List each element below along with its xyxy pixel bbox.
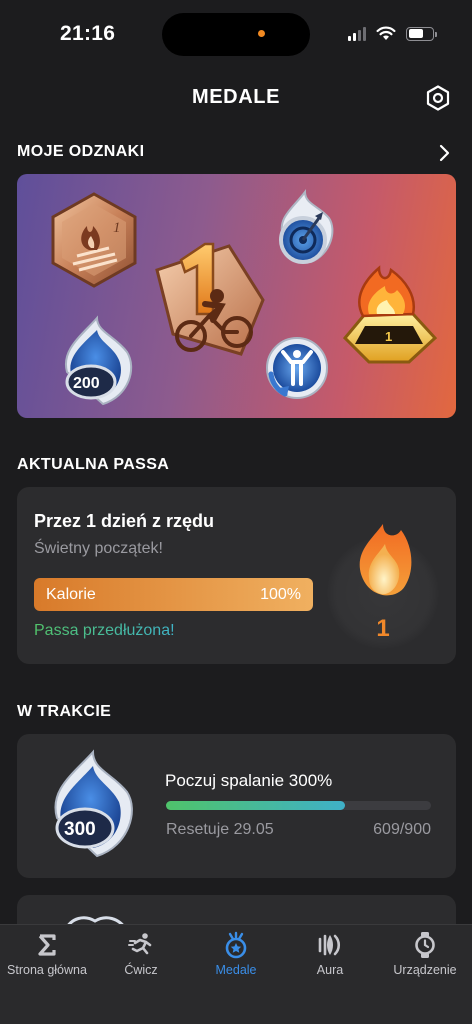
cycling-number-one-badge[interactable] [151, 236, 269, 366]
challenge-progress-fill [166, 801, 346, 810]
blue-300-badge-number: 300 [64, 819, 96, 840]
status-time: 21:16 [60, 22, 116, 45]
challenge-reset-date: Resetuje 29.05 [166, 821, 274, 838]
tab-urzadzenie[interactable]: Urządzenie [378, 931, 472, 987]
recording-indicator-icon [258, 30, 265, 37]
page-title: MEDALE [191, 86, 281, 108]
watch-icon [415, 932, 435, 958]
tab-medale[interactable]: Medale [189, 931, 283, 987]
gold-flame-podium-badge[interactable]: 1 [339, 250, 439, 366]
streak-card[interactable]: Przez 1 dzień z rzędu Świetny początek! … [17, 487, 456, 664]
calories-value: 100% [260, 586, 301, 603]
challenge-progress-bar [166, 801, 431, 810]
bronze-badge-number: 1 [113, 220, 121, 236]
running-figure-icon [128, 933, 152, 955]
wifi-icon [376, 26, 396, 40]
cellular-signal-icon [348, 26, 366, 41]
aura-waves-icon [318, 934, 341, 956]
dynamic-island [162, 13, 310, 56]
calories-progress-bar: Kalorie 100% [34, 578, 313, 611]
settings-button[interactable] [424, 84, 452, 112]
badges-showcase[interactable]: 1 1 200 [17, 174, 456, 418]
blue-flame-300-badge: 300 [54, 749, 133, 858]
calories-label: Kalorie [46, 586, 96, 603]
challenge-count: 609/900 [373, 821, 431, 838]
badges-more-button[interactable] [436, 143, 454, 163]
blue-200-badge-number: 200 [73, 375, 100, 392]
in-progress-card[interactable]: 300 Poczuj spalanie 300% Resetuje 29.05 … [17, 734, 456, 878]
streak-count: 1 [376, 615, 390, 642]
streak-subtitle: Świetny początek! [34, 540, 163, 557]
flame-icon [359, 524, 412, 596]
challenge-title: Poczuj spalanie 300% [165, 771, 333, 790]
sigma-icon [38, 934, 56, 956]
medal-icon [225, 931, 247, 959]
tab-bar: Strona główna Ćwicz Medale Aura Urządzen… [0, 924, 472, 1024]
tab-aura[interactable]: Aura [283, 931, 377, 987]
streak-extended-text: Passa przedłużona! [34, 622, 175, 639]
status-icons [348, 26, 437, 41]
battery-icon [406, 26, 437, 41]
blue-target-flame-badge[interactable] [271, 188, 337, 272]
streak-title: Przez 1 dzień z rzędu [34, 511, 215, 531]
chevron-right-icon [439, 144, 450, 162]
tab-cwicz[interactable]: Ćwicz [94, 931, 188, 987]
blue-exercise-figure-badge[interactable] [261, 334, 331, 404]
in-progress-section-title: W TRAKCIE [17, 703, 112, 720]
gold-badge-number: 1 [385, 329, 392, 344]
tab-strona-glowna[interactable]: Strona główna [0, 931, 94, 987]
bronze-flame-hexagon-badge[interactable]: 1 [47, 190, 141, 290]
status-bar: 21:16 [0, 0, 472, 70]
hexagon-settings-icon [426, 85, 450, 111]
streak-section-title: AKTUALNA PASSA [17, 456, 170, 473]
badges-section-title: MOJE ODZNAKI [17, 143, 145, 160]
streak-flame: 1 [327, 512, 439, 652]
blue-flame-200-badge[interactable]: 200 [57, 314, 137, 410]
